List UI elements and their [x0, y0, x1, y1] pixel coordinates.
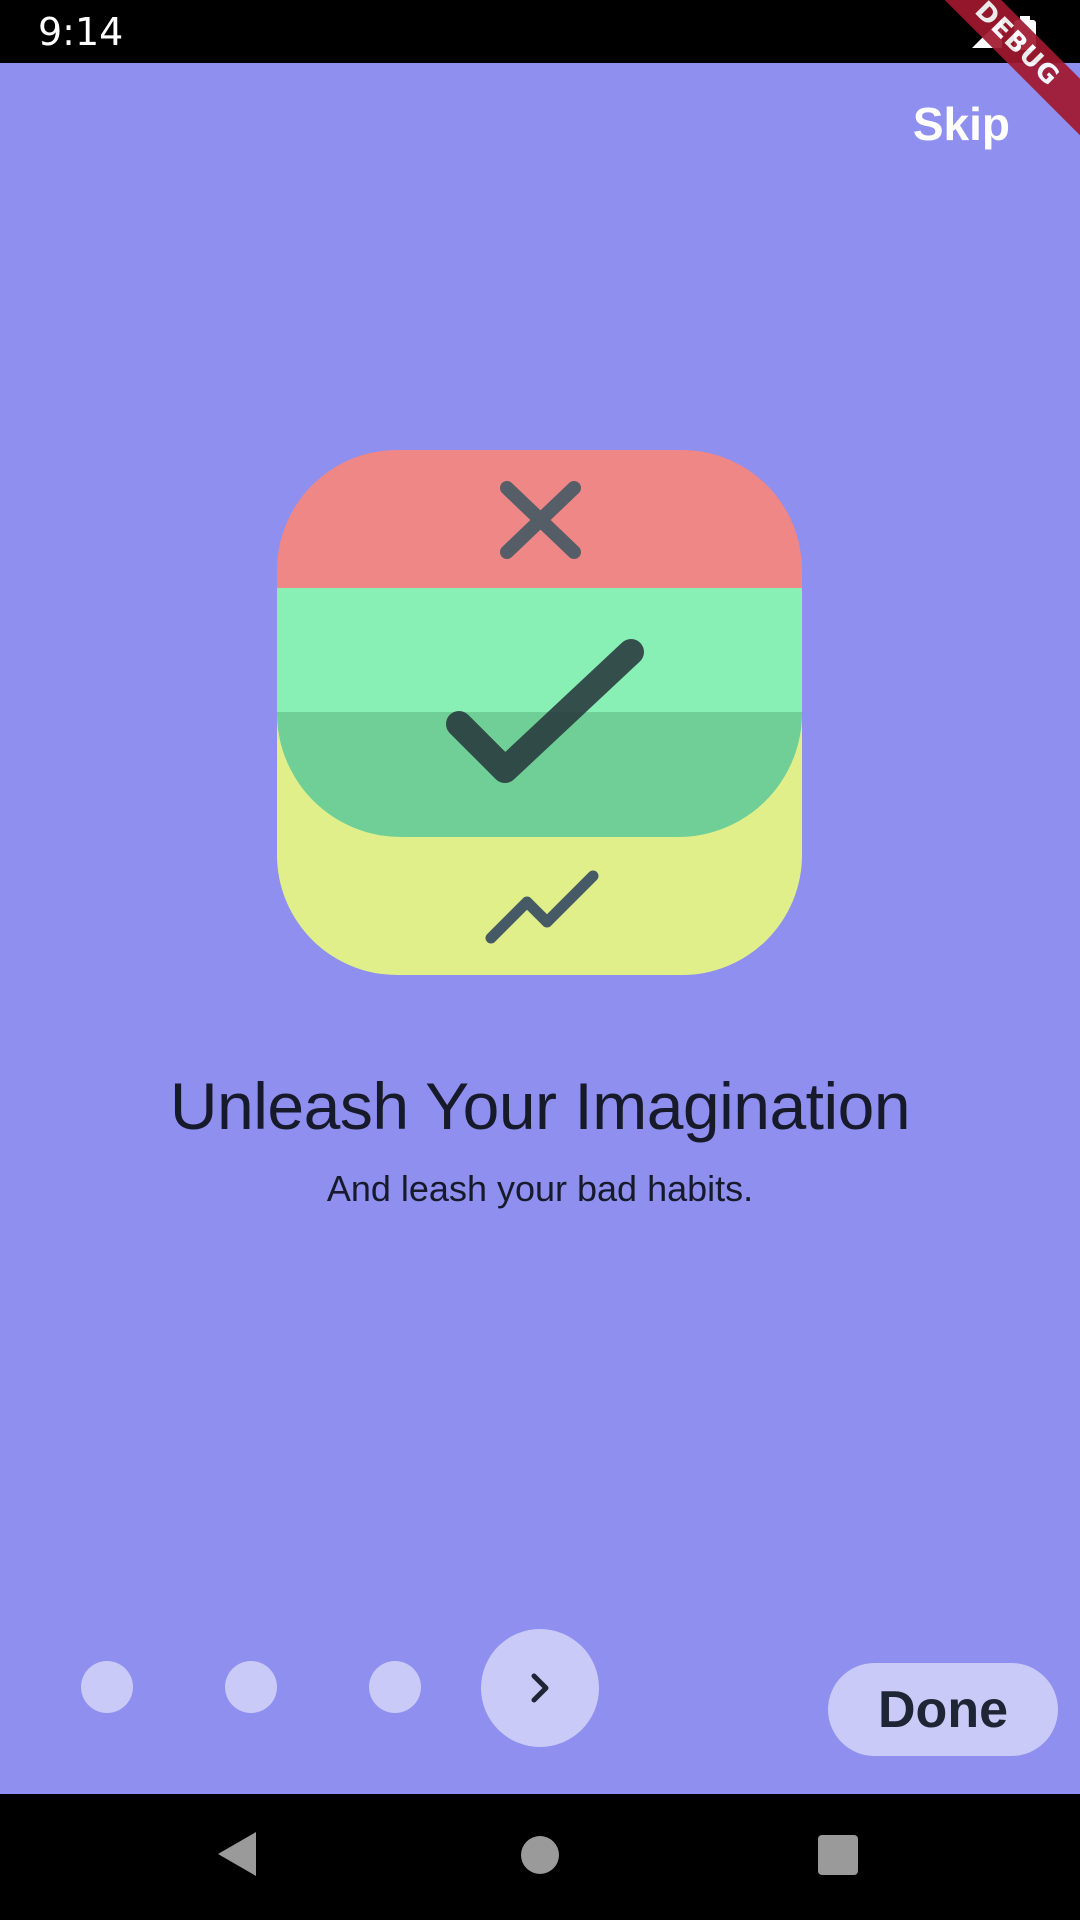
page-title: Unleash Your Imagination	[169, 1069, 911, 1143]
page-indicator-dot-3[interactable]	[369, 1661, 421, 1713]
page-indicator-dot-1[interactable]	[81, 1661, 133, 1713]
system-nav-bar	[0, 1794, 1080, 1920]
done-label: Done	[878, 1680, 1008, 1739]
skip-button[interactable]: Skip	[913, 97, 1010, 151]
status-bar: 9:14	[0, 0, 1080, 63]
page-indicator-dot-2[interactable]	[225, 1661, 277, 1713]
back-icon[interactable]	[216, 1830, 260, 1878]
home-icon[interactable]	[521, 1836, 559, 1874]
middle-pill-cap	[277, 588, 802, 712]
recents-icon[interactable]	[818, 1835, 858, 1875]
page-subtitle: And leash your bad habits.	[326, 1168, 754, 1209]
next-page-button[interactable]	[481, 1629, 599, 1747]
chevron-right-icon	[531, 1673, 549, 1703]
done-button[interactable]: Done	[828, 1663, 1058, 1756]
habit-tracker-app-icon	[277, 450, 802, 975]
status-time: 9:14	[38, 10, 124, 54]
